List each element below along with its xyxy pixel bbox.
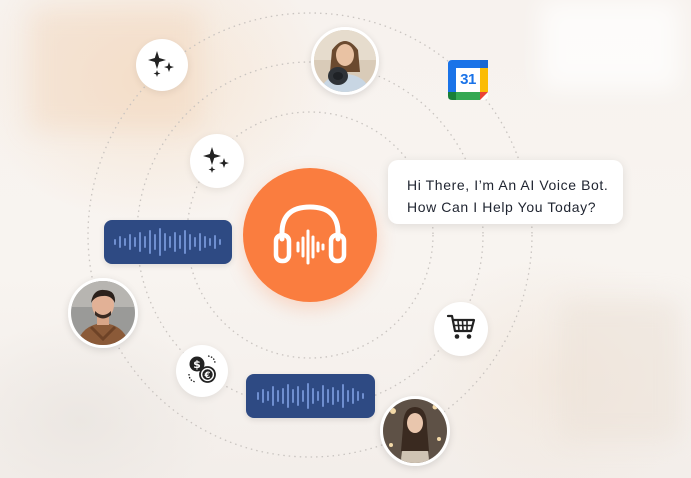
avatar-woman-hat[interactable]: [311, 27, 379, 95]
shopping-cart-icon: [446, 313, 476, 346]
shopping-cart-button[interactable]: [434, 302, 488, 356]
chat-bubble-line-1: Hi There, I’m An AI Voice Bot.: [407, 177, 609, 193]
voice-message-waveform-bottom[interactable]: [246, 374, 375, 418]
sparkles-button-inner[interactable]: [190, 134, 244, 188]
svg-text:€: €: [204, 371, 211, 381]
sparkles-icon: [146, 47, 178, 84]
sparkles-icon: [201, 143, 233, 180]
sparkles-button-top[interactable]: [136, 39, 188, 91]
waveform-icon: [114, 228, 221, 256]
calendar-day-label: 31: [460, 71, 476, 88]
avatar-man[interactable]: [68, 278, 138, 348]
currency-exchange-icon: $ €: [186, 353, 218, 390]
chat-bubble-line-2: How Can I Help You Today?: [407, 199, 597, 215]
voice-bot-button[interactable]: [243, 168, 377, 302]
avatar-woman-dark[interactable]: [380, 396, 450, 466]
voice-message-waveform-left[interactable]: [104, 220, 232, 264]
waveform-icon: [256, 383, 364, 409]
headphones-waveform-icon: [272, 199, 348, 272]
currency-exchange-button[interactable]: $ €: [176, 345, 228, 397]
svg-text:$: $: [193, 358, 201, 371]
google-calendar-icon[interactable]: 31: [445, 57, 491, 103]
chat-bubble: Hi There, I’m An AI Voice Bot. How Can I…: [388, 160, 623, 224]
